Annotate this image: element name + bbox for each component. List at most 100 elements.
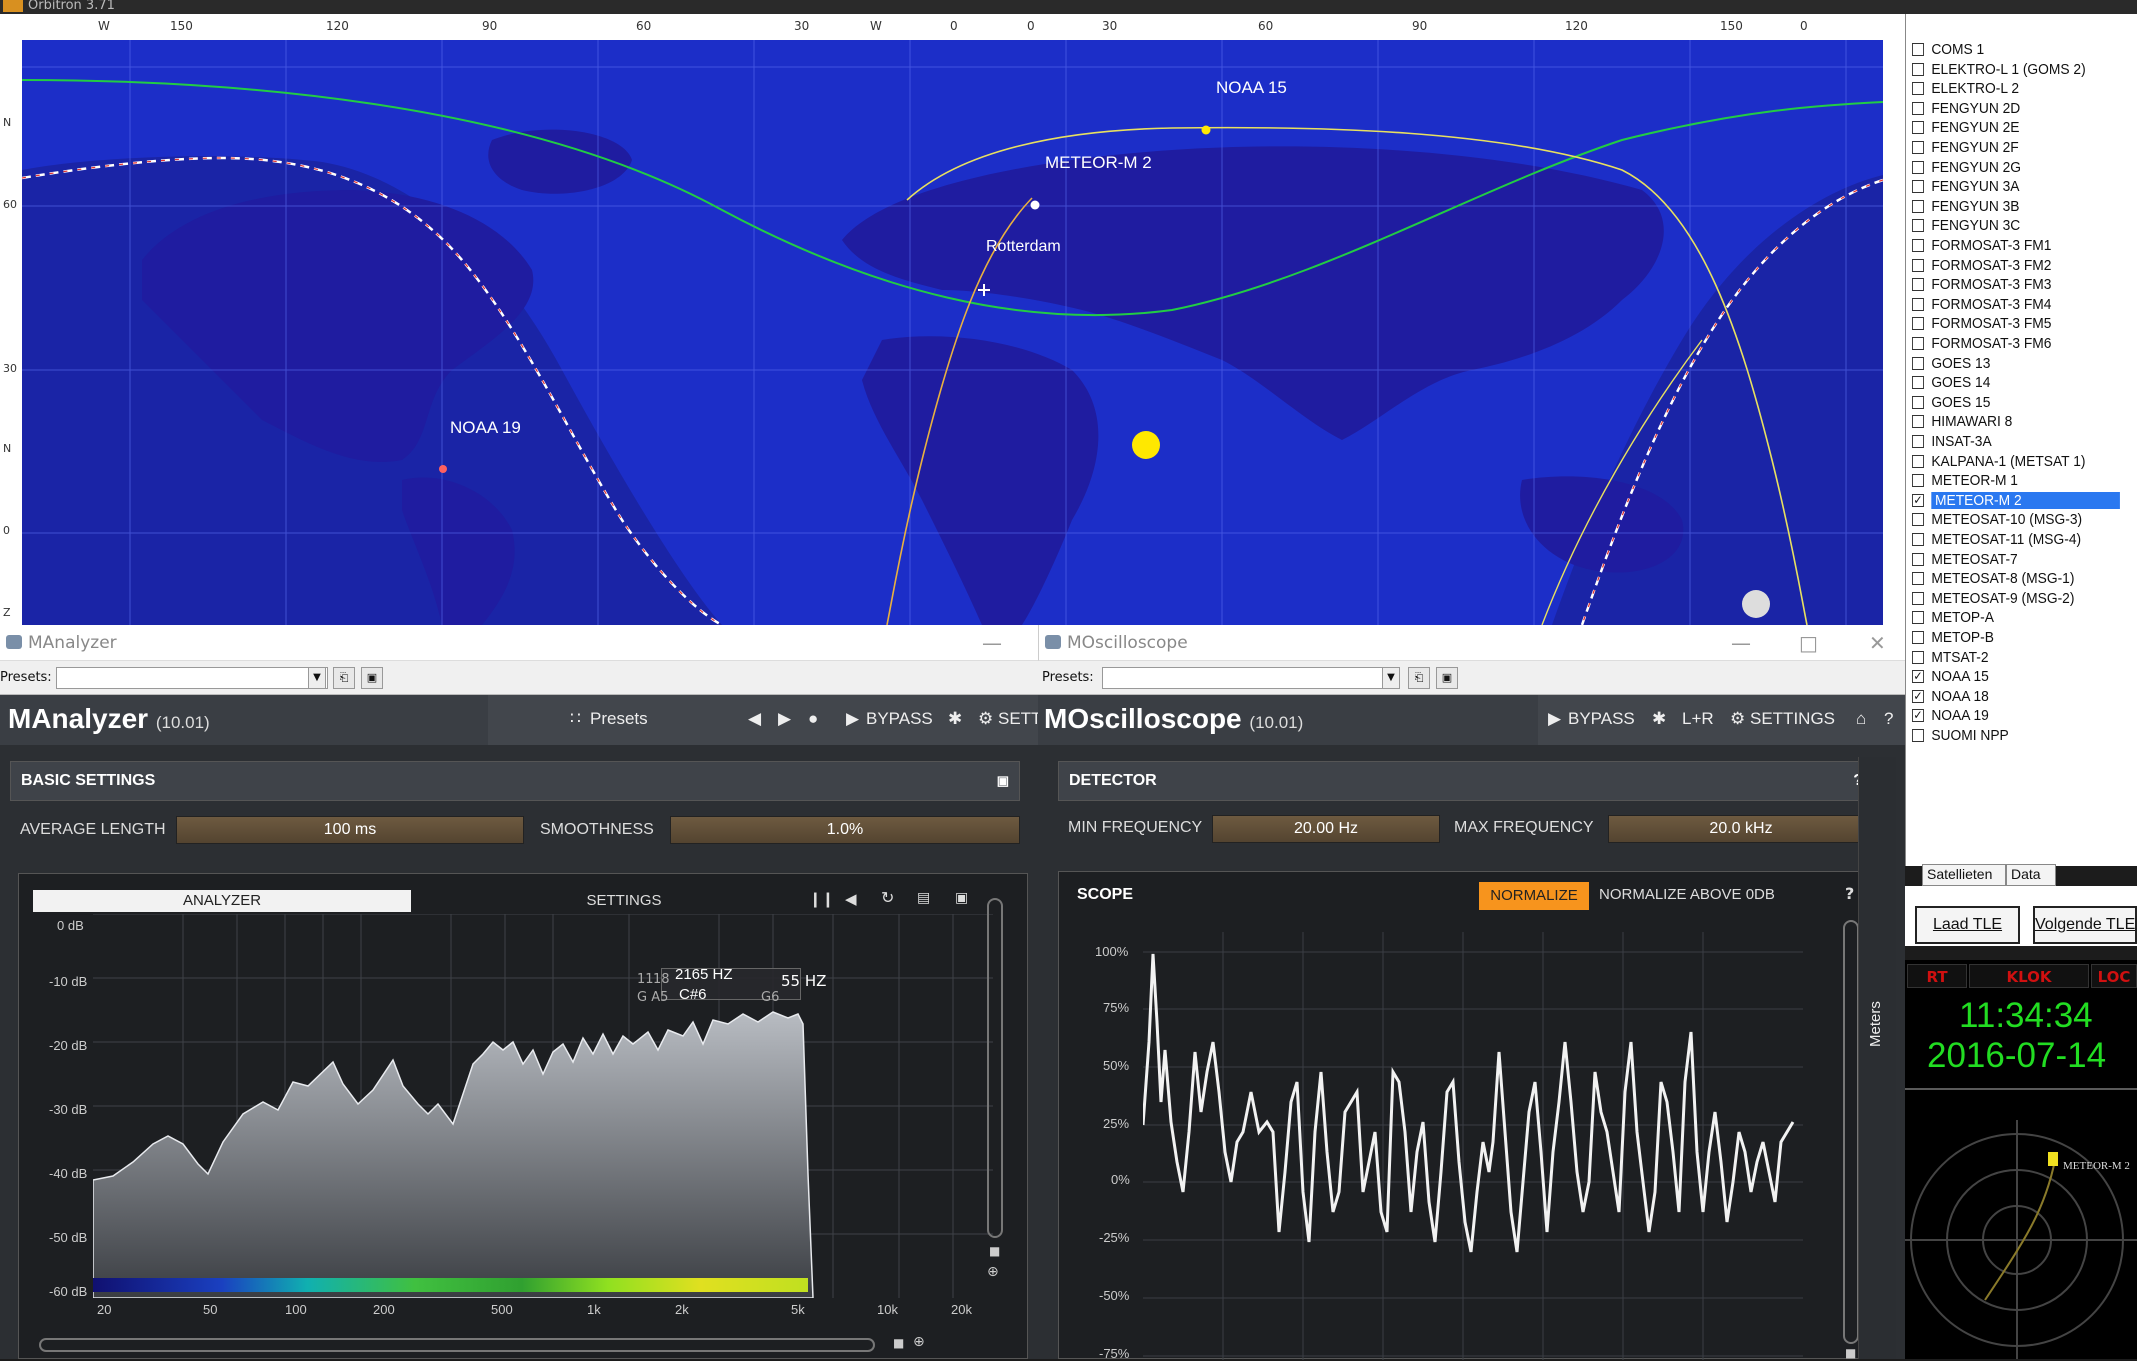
- satellite-checkbox[interactable]: [1912, 160, 1924, 174]
- satellite-list-item[interactable]: MTSAT-2: [1912, 648, 2120, 667]
- settings-wrench-icon[interactable]: ⚙: [1730, 709, 1745, 729]
- settings-wrench-icon[interactable]: ⚙: [978, 709, 993, 729]
- satellite-checkbox[interactable]: [1912, 101, 1924, 115]
- h-zoom-icon[interactable]: ⊕: [913, 1334, 925, 1350]
- satellite-checkbox[interactable]: [1912, 337, 1924, 350]
- satellite-list-item[interactable]: FENGYUN 3A: [1912, 177, 2120, 196]
- satellite-list-item[interactable]: FORMOSAT-3 FM2: [1912, 256, 2120, 275]
- satellite-checkbox[interactable]: [1912, 572, 1924, 586]
- bypass-button[interactable]: BYPASS: [1568, 709, 1635, 729]
- satellite-list-item[interactable]: ✓ NOAA 15: [1912, 667, 2120, 686]
- satellite-list-item[interactable]: SUOMI NPP: [1912, 726, 2120, 745]
- basic-settings-header[interactable]: BASIC SETTINGS ▣: [10, 761, 1020, 801]
- detector-header[interactable]: DETECTOR ?: [1058, 761, 1874, 801]
- satellite-checkbox[interactable]: [1912, 435, 1924, 448]
- clock-header-loc[interactable]: LOC: [2091, 964, 2137, 988]
- clock-header-klok[interactable]: KLOK: [1969, 964, 2089, 988]
- satellite-checkbox[interactable]: [1912, 239, 1924, 252]
- noaa19-marker-icon[interactable]: [439, 465, 447, 473]
- star-icon[interactable]: ✱: [1652, 709, 1666, 729]
- satellite-list-item[interactable]: FORMOSAT-3 FM3: [1912, 275, 2120, 294]
- meteor-marker-icon[interactable]: [1030, 200, 1040, 210]
- satellite-checkbox[interactable]: [1912, 376, 1924, 390]
- maximize-button[interactable]: □: [1799, 625, 1818, 661]
- reset-icon[interactable]: ↻: [881, 888, 894, 907]
- satellite-list-item[interactable]: FENGYUN 2D: [1912, 99, 2120, 118]
- satellite-list-item[interactable]: ✓ METEOR-M 2: [1912, 491, 2120, 510]
- satellite-list-item[interactable]: GOES 14: [1912, 373, 2120, 392]
- satellite-list-item[interactable]: COMS 1: [1912, 40, 2120, 59]
- channel-button[interactable]: L+R: [1682, 709, 1714, 729]
- clipboard-icon[interactable]: ▣: [955, 890, 968, 906]
- world-map[interactable]: NOAA 15 METEOR-M 2 Rotterdam NOAA 19: [22, 40, 1905, 625]
- satellite-checkbox[interactable]: [1912, 356, 1924, 370]
- satellite-checkbox[interactable]: [1912, 317, 1924, 331]
- satellite-list-item[interactable]: HIMAWARI 8: [1912, 412, 2120, 431]
- satellite-list-item[interactable]: ELEKTRO-L 2: [1912, 79, 2120, 98]
- satellite-list-item[interactable]: METEOSAT-9 (MSG-2): [1912, 589, 2120, 608]
- satellite-checkbox[interactable]: [1912, 591, 1924, 605]
- help-icon[interactable]: ?: [1884, 709, 1893, 729]
- satellite-checkbox[interactable]: [1912, 62, 1924, 76]
- satellite-checkbox[interactable]: [1912, 180, 1924, 194]
- zoom-icon[interactable]: ⊕: [987, 1264, 999, 1280]
- satellite-list-item[interactable]: ✓ NOAA 18: [1912, 687, 2120, 706]
- max-frequency-slider[interactable]: 20.0 kHz: [1608, 815, 1874, 843]
- satellite-checkbox[interactable]: ✓: [1912, 493, 1924, 507]
- satellite-checkbox[interactable]: [1912, 395, 1924, 409]
- satellite-checkbox[interactable]: [1912, 454, 1924, 468]
- satellite-checkbox[interactable]: [1912, 121, 1924, 135]
- satellite-list-item[interactable]: FORMOSAT-3 FM1: [1912, 236, 2120, 255]
- satellite-checkbox[interactable]: [1912, 533, 1924, 546]
- satellite-list-item[interactable]: METEOR-M 1: [1912, 471, 2120, 490]
- satellite-list-item[interactable]: METEOSAT-7: [1912, 550, 2120, 569]
- satellite-list-item[interactable]: METOP-B: [1912, 628, 2120, 647]
- satellite-list-item[interactable]: ELEKTRO-L 1 (GOMS 2): [1912, 60, 2120, 79]
- open-preset-icon[interactable]: ⎗: [333, 667, 355, 689]
- satellite-checkbox[interactable]: [1912, 219, 1924, 233]
- satellite-list-item[interactable]: FENGYUN 2F: [1912, 138, 2120, 157]
- random-preset-icon[interactable]: ●: [808, 709, 818, 729]
- horizontal-zoom-scrollbar[interactable]: [39, 1338, 875, 1352]
- lock-icon[interactable]: ■: [989, 1244, 1000, 1258]
- satellite-checkbox[interactable]: ✓: [1912, 670, 1924, 684]
- bypass-button[interactable]: BYPASS: [866, 709, 933, 729]
- scope-lock-icon[interactable]: ■: [1845, 1346, 1856, 1360]
- chevron-down-icon[interactable]: ▼: [1382, 667, 1400, 689]
- home-icon[interactable]: ⌂: [1856, 709, 1866, 729]
- collapse-icon[interactable]: ▣: [997, 762, 1009, 800]
- satellite-checkbox[interactable]: ✓: [1912, 709, 1924, 723]
- satellite-checkbox[interactable]: [1912, 297, 1924, 311]
- satellite-checkbox[interactable]: [1912, 611, 1924, 625]
- satellite-list-item[interactable]: METEOSAT-11 (MSG-4): [1912, 530, 2120, 549]
- next-preset-icon[interactable]: ▶: [778, 709, 791, 729]
- scope-vertical-scrollbar[interactable]: [1843, 920, 1859, 1344]
- presets-button[interactable]: Presets: [590, 709, 648, 729]
- tab-satellieten[interactable]: Satellieten: [1922, 864, 2006, 886]
- bypass-icon[interactable]: ▶: [846, 709, 859, 729]
- star-icon[interactable]: ✱: [948, 709, 962, 729]
- satellite-checkbox[interactable]: [1912, 631, 1924, 644]
- satellite-list-item[interactable]: FENGYUN 3B: [1912, 197, 2120, 216]
- load-tle-button[interactable]: Laad TLE: [1915, 906, 2020, 944]
- satellite-list-item[interactable]: FENGYUN 2G: [1912, 158, 2120, 177]
- vertical-zoom-scrollbar[interactable]: [987, 898, 1003, 1238]
- next-tle-button[interactable]: Volgende TLE: [2033, 906, 2137, 944]
- satellite-list-item[interactable]: FENGYUN 3C: [1912, 216, 2120, 235]
- settings-button[interactable]: SETT: [998, 709, 1041, 729]
- satellite-checkbox[interactable]: [1912, 141, 1924, 154]
- satellite-list-item[interactable]: FORMOSAT-3 FM4: [1912, 295, 2120, 314]
- open-preset-icon[interactable]: ⎗: [1408, 667, 1430, 689]
- satellite-checkbox[interactable]: ✓: [1912, 689, 1924, 703]
- presets-combo[interactable]: [56, 667, 328, 689]
- satellite-list-item[interactable]: METOP-A: [1912, 608, 2120, 627]
- chevron-down-icon[interactable]: ▼: [308, 667, 326, 689]
- tab-analyzer[interactable]: ANALYZER: [33, 890, 411, 912]
- satellite-checkbox[interactable]: [1912, 729, 1924, 742]
- smoothness-slider[interactable]: 1.0%: [670, 816, 1020, 844]
- close-icon[interactable]: ✕: [1869, 625, 1886, 661]
- satellite-checkbox[interactable]: [1912, 199, 1924, 213]
- satellite-checkbox[interactable]: [1912, 415, 1924, 429]
- satellite-checkbox[interactable]: [1912, 552, 1924, 566]
- freeze-icon[interactable]: ◀: [845, 890, 857, 908]
